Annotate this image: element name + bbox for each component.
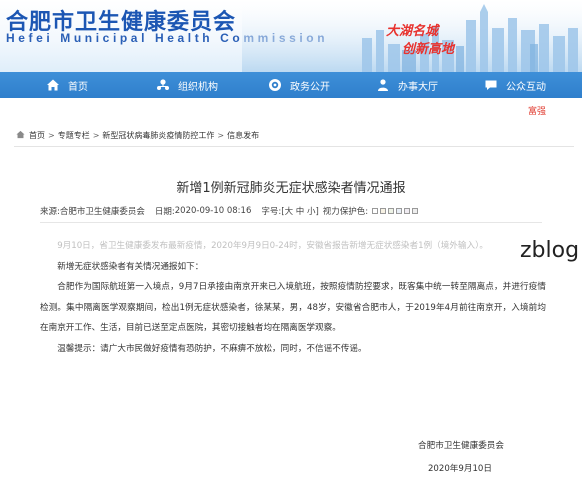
site-header-banner: 合肥市卫生健康委员会 Hefei Municipal Health Commis… [0, 0, 582, 72]
date-value: 2020-09-10 08:16 [174, 206, 252, 216]
breadcrumb-separator: > [48, 131, 55, 140]
article-signature: 合肥市卫生健康委员会 [418, 441, 504, 451]
chat-icon [484, 78, 498, 92]
nav-item-organization[interactable]: 组织机构 [156, 72, 218, 98]
breadcrumb-separator: > [92, 131, 100, 140]
swatch-white[interactable] [372, 208, 379, 214]
main-nav-bar: 首页 组织机构 政务公开 办事大厅 公众互动 [0, 72, 582, 98]
org-icon [156, 78, 170, 92]
slogan-line-2: 创新高地 [402, 42, 455, 57]
font-size-label: 字号: [261, 207, 282, 217]
breadcrumb-link-special-topics[interactable]: 专题专栏 [58, 130, 90, 141]
source-label: 来源: [40, 207, 60, 217]
font-size-options[interactable]: [大 中 小] [281, 207, 319, 217]
swatch-blue[interactable] [396, 208, 403, 214]
breadcrumb: 首页 > 专题专栏 > 新型冠状病毒肺炎疫情防控工作 > 信息发布 [16, 130, 259, 141]
hall-icon [376, 78, 390, 92]
article-paragraph: 温馨提示：请广大市民做好疫情有恐防护，不麻痹不放松，同时，不信谣不传谣。 [57, 343, 367, 354]
eye-protect-label: 视力保护色: [322, 207, 369, 217]
nav-item-label: 组织机构 [178, 81, 218, 93]
article-paragraph: 9月10日，省卫生健康委发布最新疫情，2020年9月9日0-24时，安徽省报告新… [57, 241, 489, 251]
slogan-line-1: 大湖名城 [386, 24, 439, 39]
article-title: 新增1例新冠肺炎无症状感染者情况通报 [176, 181, 406, 196]
values-ticker: 富强 [527, 107, 546, 117]
swatch-green[interactable] [388, 208, 395, 214]
font-size-switcher[interactable]: [大 中 小] [281, 205, 319, 217]
swatch-gray[interactable] [412, 208, 419, 214]
article-sign-date: 2020年9月10日 [427, 464, 492, 474]
breadcrumb-divider [14, 146, 574, 147]
nav-item-label: 政务公开 [290, 81, 330, 93]
breadcrumb-link-info-release[interactable]: 信息发布 [227, 130, 259, 141]
gov-icon [268, 78, 282, 92]
article-paragraph: 新增无症状感染者有关情况通报如下： [57, 261, 204, 272]
breadcrumb-separator: > [217, 131, 225, 140]
meta-divider [40, 222, 542, 223]
breadcrumb-link-covid-prevention[interactable]: 新型冠状病毒肺炎疫情防控工作 [102, 130, 214, 141]
swatch-beige[interactable] [380, 208, 387, 214]
breadcrumb-home-icon [16, 130, 25, 141]
nav-item-public-interaction[interactable]: 公众互动 [484, 72, 546, 98]
article-paragraph: 合肥作为国际航班第一入境点，9月7日承接由南京开来已入境航班，按照疫情防控要求，… [40, 282, 546, 333]
eye-protect-swatches [372, 208, 420, 214]
nav-item-label: 办事大厅 [398, 81, 438, 93]
date-label: 日期: [154, 207, 175, 217]
article-body: 9月10日，省卫生健康委发布最新疫情，2020年9月9日0-24时，安徽省报告新… [40, 236, 546, 359]
breadcrumb-link-home[interactable]: 首页 [29, 130, 45, 141]
nav-item-gov-affairs[interactable]: 政务公开 [268, 72, 330, 98]
home-icon [46, 78, 60, 92]
nav-item-label: 首页 [68, 81, 88, 93]
nav-item-service-hall[interactable]: 办事大厅 [376, 72, 438, 98]
article-meta: 来源: 合肥市卫生健康委员会 日期: 2020-09-10 08:16 字号: … [40, 205, 420, 217]
zblog-watermark: zblog [520, 238, 580, 263]
source-value: 合肥市卫生健康委员会 [59, 207, 145, 217]
nav-item-label: 公众互动 [506, 81, 546, 93]
swatch-purple[interactable] [404, 208, 411, 214]
nav-item-home[interactable]: 首页 [46, 72, 88, 98]
